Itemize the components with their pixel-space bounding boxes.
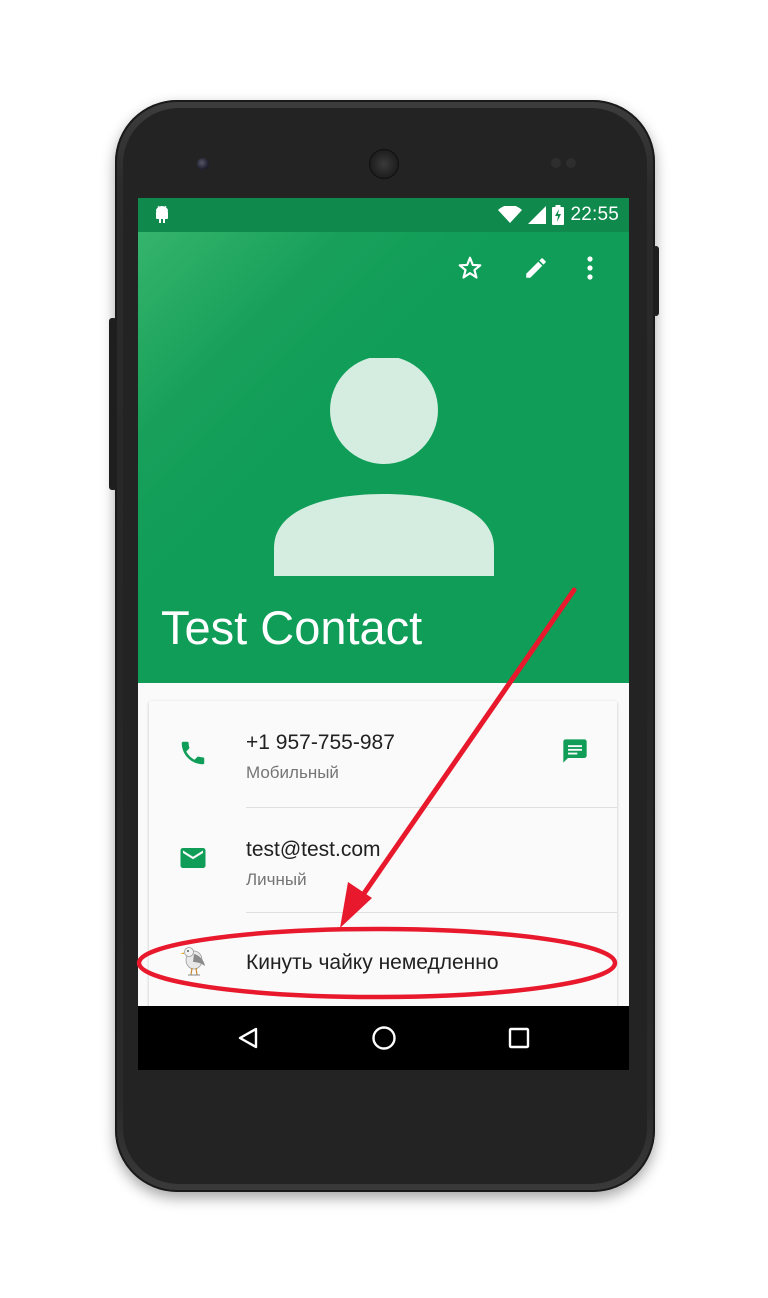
light-sensor bbox=[566, 158, 576, 168]
more-vert-icon bbox=[587, 256, 593, 280]
recents-square-icon bbox=[508, 1027, 530, 1049]
back-button[interactable] bbox=[228, 1018, 268, 1058]
star-outline-icon bbox=[458, 256, 482, 279]
wifi-icon bbox=[498, 206, 523, 223]
navigation-bar bbox=[138, 1006, 629, 1070]
phone-type: Мобильный bbox=[246, 763, 339, 782]
contact-header: Test Contact bbox=[138, 232, 629, 683]
message-icon bbox=[563, 739, 587, 763]
email-row[interactable]: test@test.com Личный bbox=[149, 808, 617, 912]
phone-row[interactable]: +1 957-755-987 Мобильный bbox=[149, 701, 617, 807]
android-debug-icon bbox=[156, 205, 168, 223]
send-message-button[interactable] bbox=[557, 733, 593, 769]
battery-charging-icon bbox=[552, 205, 565, 225]
power-button bbox=[109, 318, 117, 490]
pencil-icon bbox=[526, 258, 546, 278]
signal-icon bbox=[528, 206, 547, 224]
proximity-sensor bbox=[551, 158, 561, 168]
status-clock: 22:55 bbox=[570, 204, 619, 225]
person-placeholder-icon bbox=[274, 358, 494, 576]
volume-button bbox=[653, 246, 659, 316]
email-address: test@test.com bbox=[246, 838, 381, 861]
edit-button[interactable] bbox=[518, 250, 554, 286]
home-button[interactable] bbox=[364, 1018, 404, 1058]
home-circle-icon bbox=[372, 1026, 396, 1050]
contact-details-card: +1 957-755-987 Мобильный test@test.com Л… bbox=[149, 701, 617, 1011]
email-type: Личный bbox=[246, 870, 307, 889]
email-icon bbox=[180, 848, 206, 868]
custom-action-row[interactable]: Кинуть чайку немедленно bbox=[149, 913, 617, 1011]
back-triangle-icon bbox=[238, 1027, 258, 1049]
custom-action-label: Кинуть чайку немедленно bbox=[246, 951, 499, 974]
earpiece-speaker bbox=[369, 149, 399, 179]
recents-button[interactable] bbox=[499, 1018, 539, 1058]
seagull-icon bbox=[180, 947, 205, 976]
screen: 22:55 Test Contact +1 957-755-987 Мобиль… bbox=[138, 198, 629, 1070]
phone-number: +1 957-755-987 bbox=[246, 731, 395, 754]
more-options-button[interactable] bbox=[572, 250, 608, 286]
status-bar: 22:55 bbox=[138, 198, 629, 232]
status-icons: 22:55 bbox=[498, 198, 619, 232]
phone-icon bbox=[181, 741, 205, 765]
contact-name: Test Contact bbox=[161, 601, 423, 654]
front-camera bbox=[197, 158, 209, 170]
favorite-button[interactable] bbox=[452, 250, 488, 286]
